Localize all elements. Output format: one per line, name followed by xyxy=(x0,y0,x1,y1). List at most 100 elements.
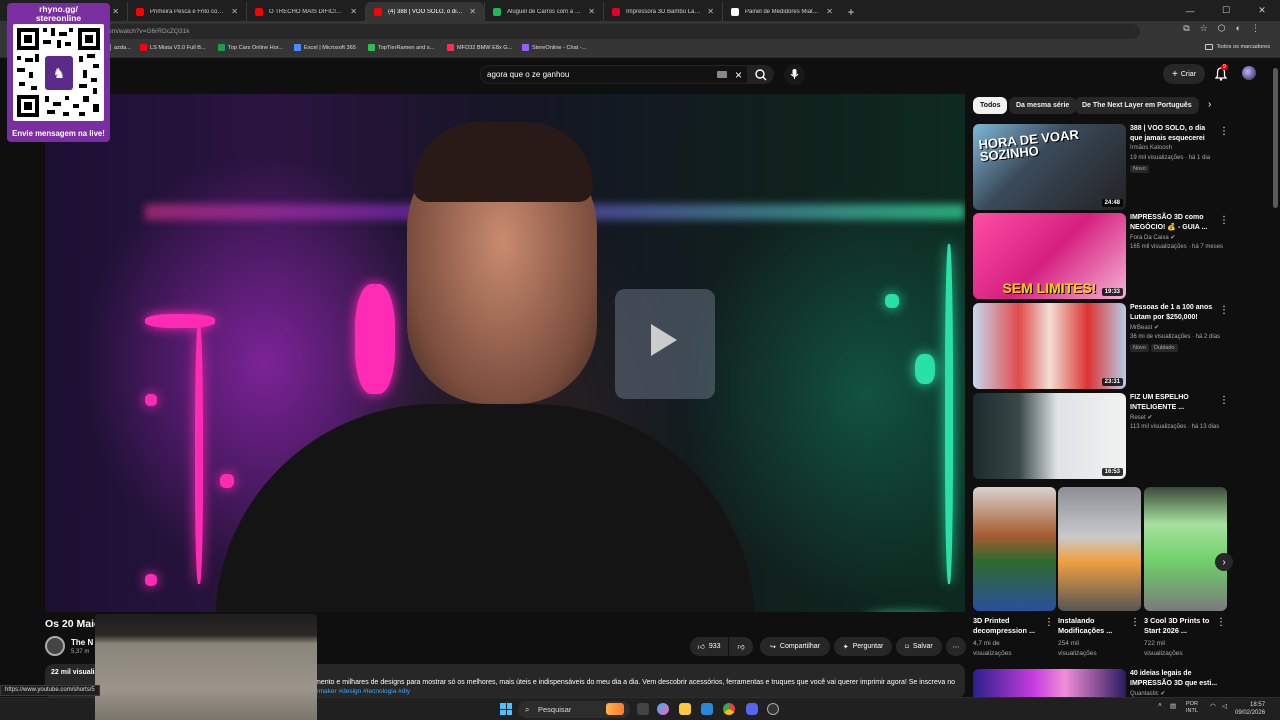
browser-tab[interactable]: Aluguel de Carros com a maior ✕ xyxy=(484,2,603,21)
chevron-right-icon[interactable]: › xyxy=(1208,99,1211,110)
recommendation-channel[interactable]: Quantastic ✔ xyxy=(1130,690,1165,697)
create-button[interactable]: + Criar xyxy=(1163,64,1205,84)
chrome-icon[interactable] xyxy=(723,703,735,715)
extensions-icon[interactable]: ⬡ xyxy=(1218,23,1226,34)
network-icon[interactable]: ▤ xyxy=(1170,702,1176,710)
page-scrollbar[interactable] xyxy=(1273,64,1278,692)
copilot-icon[interactable] xyxy=(657,703,669,715)
bookmark-item[interactable]: Excel | Microsoft 365 xyxy=(294,44,356,51)
more-options-icon[interactable]: ⋮ xyxy=(1219,395,1229,406)
video-thumbnail[interactable]: HORA DE VOAR SOZINHO 24:48 xyxy=(973,124,1126,210)
close-tab-icon[interactable]: ✕ xyxy=(707,7,714,16)
close-window-icon[interactable]: ✕ xyxy=(1244,0,1280,21)
star-icon[interactable]: ☆ xyxy=(1200,23,1208,34)
bookmark-item[interactable]: MFD32 BMW E8x G... xyxy=(447,44,512,51)
keyboard-icon[interactable] xyxy=(717,71,727,78)
shorts-next-arrow-icon[interactable]: › xyxy=(1215,553,1233,571)
cast-icon[interactable]: ⧉ xyxy=(1183,23,1189,34)
minimize-icon[interactable]: — xyxy=(1172,0,1208,21)
browser-tab[interactable]: (4) 388 | VOO SOLO, o dia que ✕ xyxy=(365,2,484,21)
bookmark-item[interactable]: Top Cars Online Hor... xyxy=(218,44,283,51)
more-options-icon[interactable]: ⋮ xyxy=(1219,305,1229,316)
recommendation-title[interactable]: Pessoas de 1 a 100 anos Lutam por $250,0… xyxy=(1130,303,1216,322)
browser-tab[interactable]: O TRECHO MAIS DIFÍCIL? Trazendo ✕ xyxy=(246,2,365,21)
recommendation-item[interactable]: 16:53 FIZ UM ESPELHO INTELIGENTE ... Res… xyxy=(973,393,1229,479)
dislike-button[interactable]: 👎︎ xyxy=(729,637,753,656)
recommendation-channel[interactable]: MrBeast ✔ xyxy=(1130,324,1159,331)
short-title[interactable]: 3 Cool 3D Prints to Start 2026 ... xyxy=(1144,616,1214,636)
account-avatar[interactable] xyxy=(1242,66,1256,80)
chip-all[interactable]: Todos xyxy=(973,97,1008,114)
recommendation-item[interactable]: SEM LIMITES! 19:33 IMPRESSÃO 3D como NEG… xyxy=(973,213,1229,299)
recommendation-channel[interactable]: Fora Da Caixa ✔ xyxy=(1130,234,1175,241)
share-button[interactable]: ↪ Compartilhar xyxy=(760,637,830,656)
recommendation-title[interactable]: 40 ideias legais de IMPRESSÃO 3D que est… xyxy=(1130,669,1225,688)
file-explorer-icon[interactable] xyxy=(679,703,691,715)
url-field[interactable]: om/watch?v=G6rRDcZQ31k xyxy=(100,24,1140,39)
short-thumbnail[interactable] xyxy=(1058,487,1141,611)
more-actions-button[interactable]: ⋯ xyxy=(946,637,966,656)
recommendation-title[interactable]: FIZ UM ESPELHO INTELIGENTE ... xyxy=(1130,393,1216,412)
more-options-icon[interactable]: ⋮ xyxy=(1216,617,1226,628)
video-thumbnail[interactable]: 16:53 xyxy=(973,393,1126,479)
store-icon[interactable] xyxy=(701,703,713,715)
bookmark-item[interactable]: LS Miata V2.0 Full B... xyxy=(140,44,206,51)
new-tab-button[interactable]: + xyxy=(841,2,861,21)
chip-same-series[interactable]: Da mesma série xyxy=(1009,97,1077,114)
close-tab-icon[interactable]: ✕ xyxy=(350,7,357,16)
close-tab-icon[interactable]: ✕ xyxy=(231,7,238,16)
bookmark-item[interactable]: TopTierRamen and s... xyxy=(368,44,434,51)
tray-chevron-icon[interactable]: ˄ xyxy=(1158,702,1162,709)
search-button[interactable] xyxy=(748,65,774,84)
recommendation-title[interactable]: 388 | VOO SOLO, o dia que jamais esquece… xyxy=(1130,124,1216,143)
obs-icon[interactable] xyxy=(767,703,779,715)
short-title[interactable]: Instalando Modificações ... xyxy=(1058,616,1128,636)
input-language[interactable]: POR INTL xyxy=(1186,701,1198,715)
description-hashtags[interactable]: #maker #design #tecnologia #diy xyxy=(315,688,410,695)
bookmark-item[interactable]: StereOnline - Chat -... xyxy=(522,44,586,51)
more-options-icon[interactable]: ⋮ xyxy=(1044,617,1054,628)
short-title[interactable]: 3D Printed decompression ... xyxy=(973,616,1043,636)
discord-icon[interactable] xyxy=(746,703,758,715)
recommendation-title[interactable]: IMPRESSÃO 3D como NEGÓCIO! 💰 - GUIA ... xyxy=(1130,213,1216,232)
voice-search-button[interactable] xyxy=(784,64,805,85)
close-tab-icon[interactable]: ✕ xyxy=(588,7,595,16)
video-thumbnail[interactable]: 23:31 xyxy=(973,303,1126,389)
close-tab-icon[interactable]: ✕ xyxy=(112,7,119,16)
more-options-icon[interactable]: ⋮ xyxy=(1219,126,1229,137)
short-thumbnail[interactable] xyxy=(1144,487,1227,611)
channel-avatar[interactable] xyxy=(45,636,65,656)
recommendation-channel[interactable]: Reset ✔ xyxy=(1130,414,1152,421)
clear-search-icon[interactable]: × xyxy=(735,66,742,84)
more-options-icon[interactable]: ⋮ xyxy=(1130,617,1140,628)
wifi-icon[interactable]: ◠ xyxy=(1210,702,1216,710)
profile-icon[interactable]: ◐ xyxy=(1236,23,1241,34)
maximize-icon[interactable]: ☐ xyxy=(1208,0,1244,21)
ask-button[interactable]: ✦ Perguntar xyxy=(834,637,892,656)
save-button[interactable]: ⌑ Salvar xyxy=(896,637,942,656)
short-thumbnail[interactable] xyxy=(973,487,1056,611)
menu-icon[interactable]: ⋮ xyxy=(1251,23,1260,34)
recommendation-channel[interactable]: Irmãos Katoosh xyxy=(1130,145,1172,151)
channel-name[interactable]: The N xyxy=(71,638,93,647)
chip-channel[interactable]: De The Next Layer em Português xyxy=(1075,97,1199,114)
more-options-icon[interactable]: ⋮ xyxy=(1219,215,1229,226)
video-thumbnail[interactable]: SEM LIMITES! 19:33 xyxy=(973,213,1126,299)
all-bookmarks[interactable]: Todos os marcadores xyxy=(1204,44,1270,50)
thumbs-down-icon: 👎︎ xyxy=(737,644,745,651)
video-player[interactable] xyxy=(45,94,965,612)
recommendation-item[interactable]: HORA DE VOAR SOZINHO 24:48 388 | VOO SOL… xyxy=(973,124,1229,210)
volume-icon[interactable]: ◁ xyxy=(1222,702,1227,710)
task-view-icon[interactable] xyxy=(637,703,649,715)
search-input[interactable]: agora que o ze ganhou × xyxy=(480,65,748,84)
system-clock[interactable]: 18:57 09/02/2026 xyxy=(1235,701,1265,717)
close-tab-icon[interactable]: ✕ xyxy=(469,7,476,16)
browser-tab[interactable]: Painel de Medidores Miata - (5) ✕ xyxy=(722,2,841,21)
windows-start-icon[interactable] xyxy=(500,703,512,715)
browser-tab[interactable]: Primeira Pesca e Frito com Faisão ✕ xyxy=(127,2,246,21)
browser-tab[interactable]: Impressora 3D Bambu Lab P2S ✕ xyxy=(603,2,722,21)
close-tab-icon[interactable]: ✕ xyxy=(826,7,833,16)
recommendation-item[interactable]: 23:31 Pessoas de 1 a 100 anos Lutam por … xyxy=(973,303,1229,389)
like-button[interactable]: 👍︎ 933 xyxy=(690,637,728,656)
widgets-icon[interactable] xyxy=(606,703,624,715)
